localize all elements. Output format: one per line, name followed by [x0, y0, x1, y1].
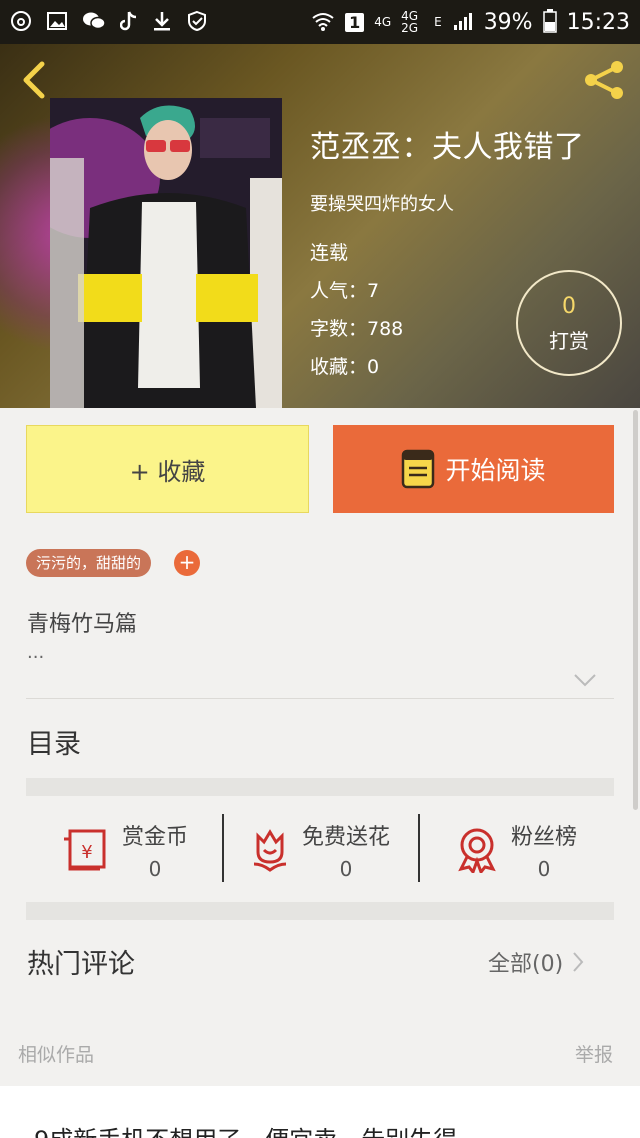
tip-button[interactable]: 0 打赏: [516, 270, 622, 376]
free-flowers[interactable]: 免费送花 0: [222, 798, 418, 902]
book-icon: [402, 449, 435, 489]
network-e-label: E: [434, 15, 442, 29]
chevron-right-icon: [573, 952, 584, 972]
book-cover[interactable]: [50, 98, 282, 408]
wifi-icon: [311, 10, 335, 35]
tiktok-icon: [119, 10, 138, 35]
cover-illustration: [50, 98, 282, 408]
fan-ranking-label: 粉丝榜: [510, 825, 577, 850]
collect-button[interactable]: + 收藏: [26, 425, 309, 513]
expand-description-button[interactable]: [572, 670, 598, 690]
download-icon: [152, 10, 172, 35]
notification-icons: [10, 10, 208, 35]
network-4g-label: 4G: [374, 15, 392, 29]
signal-icon: [452, 10, 474, 35]
report-link[interactable]: 举报: [575, 1040, 613, 1067]
start-reading-label: 开始阅读: [445, 456, 546, 485]
fan-ranking-value: 0: [537, 857, 551, 881]
fan-ranking[interactable]: 粉丝榜 0: [418, 798, 614, 902]
catalog-link[interactable]: 目录: [27, 722, 81, 761]
book-status: 连载: [310, 242, 349, 264]
tag-chip[interactable]: 污污的，甜甜的: [26, 549, 152, 577]
section-separator: [26, 902, 614, 920]
all-comments-label: 全部(0): [488, 952, 564, 977]
network-2g-label: 2G: [401, 21, 419, 35]
battery-icon: [542, 8, 557, 36]
book-title: 范丞丞：夫人我错了: [310, 130, 585, 165]
ad-card[interactable]: 9成新手机不想用了，便宜卖，告别失得: [0, 1086, 640, 1138]
free-flowers-value: 0: [339, 857, 353, 881]
reward-coins-value: 0: [148, 857, 162, 881]
status-bar: 1 4G 4G 2G E 39% 15:23: [0, 0, 640, 44]
sim-badge: 1: [345, 12, 365, 32]
book-author[interactable]: 要操哭四炸的女人: [310, 190, 585, 216]
add-tag-button[interactable]: +: [174, 550, 200, 576]
support-stats: ¥ 赏金币 0 免费送花 0 粉丝榜 0: [26, 798, 614, 902]
shield-check-icon: [186, 10, 208, 35]
book-header: 范丞丞：夫人我错了 要操哭四炸的女人 连载 人气：7 字数：788 收藏：0 0…: [0, 44, 640, 408]
svg-text:¥: ¥: [81, 842, 92, 863]
back-button[interactable]: [16, 58, 52, 102]
hot-comments-title: 热门评论: [27, 949, 135, 980]
divider: [26, 698, 614, 699]
network-4g-2g-stack: 4G 2G: [401, 10, 418, 34]
gallery-icon: [46, 10, 68, 35]
share-button[interactable]: [580, 56, 628, 104]
scrollbar[interactable]: [633, 410, 638, 810]
share-icon: [585, 61, 623, 99]
tip-label: 打赏: [549, 329, 589, 353]
description-ellipsis: ...: [27, 642, 45, 663]
chevron-left-icon: [23, 61, 45, 99]
all-comments-link[interactable]: 全部(0): [488, 946, 585, 978]
similar-works-title: 相似作品: [18, 1044, 95, 1066]
battery-percent: 39%: [483, 9, 533, 35]
reward-coins[interactable]: ¥ 赏金币 0: [26, 798, 222, 902]
medal-icon: [458, 828, 496, 873]
section-separator: [26, 778, 614, 796]
system-indicators: 1 4G 4G 2G E 39% 15:23: [311, 8, 630, 36]
book-description: 青梅竹马篇: [27, 612, 138, 637]
red-envelope-icon: ¥: [63, 829, 106, 871]
ad-text: 9成新手机不想用了，便宜卖，告别失得: [34, 1120, 457, 1138]
free-flowers-label: 免费送花: [301, 825, 390, 850]
chevron-down-icon: [574, 674, 596, 687]
netease-music-icon: [10, 10, 32, 35]
start-reading-button[interactable]: 开始阅读: [333, 425, 614, 513]
clock: 15:23: [566, 9, 630, 35]
tip-count: 0: [562, 294, 576, 319]
reward-coins-label: 赏金币: [121, 825, 188, 850]
flower-icon: [253, 829, 287, 872]
collect-label: + 收藏: [129, 457, 206, 486]
wechat-icon: [82, 10, 106, 35]
